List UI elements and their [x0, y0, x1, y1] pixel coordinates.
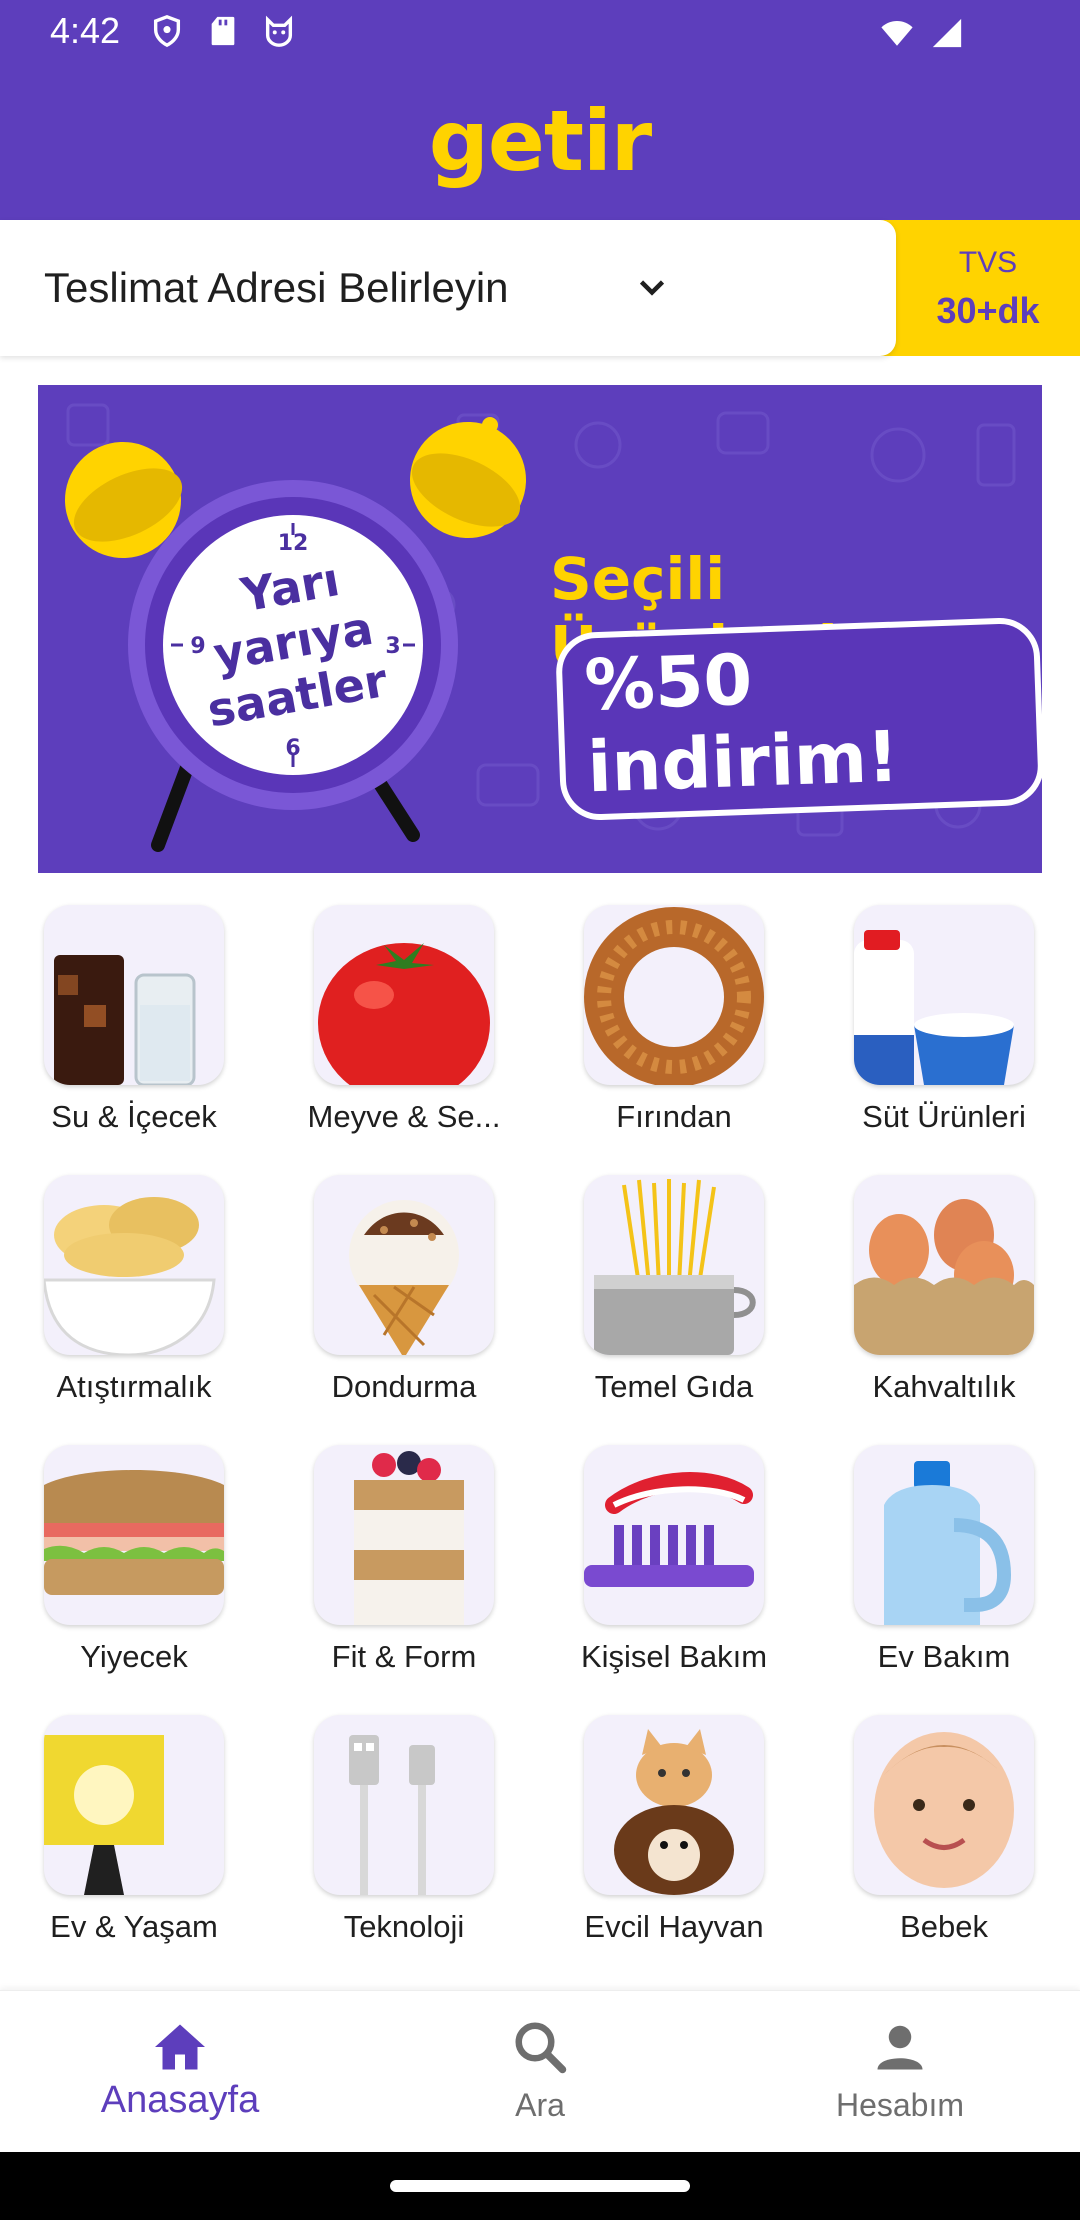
svg-text:6: 6: [285, 736, 300, 761]
svg-text:9: 9: [190, 634, 205, 659]
bottom-navigation: Anasayfa Ara Hesabım: [0, 1990, 1080, 2152]
category-label: Ev & Yaşam: [50, 1909, 218, 1944]
drinks-icon: [44, 905, 224, 1085]
category-atistirmalik[interactable]: Atıştırmalık: [24, 1175, 244, 1405]
baby-icon: [854, 1715, 1034, 1895]
category-teknoloji[interactable]: Teknoloji: [294, 1715, 514, 1945]
category-label: Dondurma: [331, 1369, 477, 1404]
chevron-down-icon: [639, 280, 665, 296]
category-kahvaltilik[interactable]: Kahvaltılık: [834, 1175, 1054, 1405]
nav-ara[interactable]: Ara: [360, 1991, 720, 2153]
cable-icon: [314, 1715, 494, 1895]
category-dondurma[interactable]: Dondurma: [294, 1175, 514, 1405]
cat-face-icon: [265, 15, 293, 47]
category-label: Temel Gıda: [594, 1369, 754, 1404]
toothbrush-icon: [584, 1445, 764, 1625]
search-icon: [515, 2022, 567, 2074]
gesture-bar: [0, 2152, 1080, 2220]
sd-card-icon: [211, 16, 235, 46]
category-label: Fit & Form: [331, 1639, 477, 1674]
address-bar: Teslimat Adresi Belirleyin TVS 30+dk: [0, 220, 1080, 356]
category-fit-form[interactable]: Fit & Form: [294, 1445, 514, 1675]
pasta-icon: [584, 1175, 764, 1355]
category-kisisel-bakim[interactable]: Kişisel Bakım: [564, 1445, 784, 1675]
eta-label: TVS: [958, 246, 1018, 279]
shield-icon: [153, 15, 181, 48]
tomato-icon: [314, 905, 494, 1085]
delivery-address-selector[interactable]: Teslimat Adresi Belirleyin: [0, 220, 896, 356]
ice-cream-icon: [314, 1175, 494, 1355]
category-label: Evcil Hayvan: [584, 1909, 764, 1944]
category-bebek[interactable]: Bebek: [834, 1715, 1054, 1945]
category-label: Fırından: [616, 1099, 732, 1134]
chips-icon: [44, 1175, 224, 1355]
home-gesture-handle[interactable]: [390, 2180, 690, 2192]
category-sut-urunleri[interactable]: Süt Ürünleri: [834, 905, 1054, 1135]
person-icon: [877, 2025, 923, 2070]
app-header: getir: [0, 64, 1080, 220]
nav-anasayfa[interactable]: Anasayfa: [0, 1991, 360, 2153]
nav-hesabim[interactable]: Hesabım: [720, 1991, 1080, 2153]
category-label: Bebek: [900, 1909, 988, 1944]
category-meyve-sebze[interactable]: Meyve & Se...: [294, 905, 514, 1135]
signal-icon: [932, 18, 962, 48]
category-label: Kişisel Bakım: [580, 1639, 768, 1674]
category-label: Süt Ürünleri: [862, 1099, 1026, 1134]
home-icon: [155, 2024, 205, 2070]
eta-time: 30+dk: [936, 290, 1040, 331]
category-label: Su & İçecek: [51, 1099, 217, 1134]
nav-label: Ara: [515, 2087, 565, 2123]
category-temel-gida[interactable]: Temel Gıda: [564, 1175, 784, 1405]
category-label: Atıştırmalık: [56, 1369, 212, 1404]
svg-text:3: 3: [385, 634, 400, 659]
category-evcil-hayvan[interactable]: Evcil Hayvan: [564, 1715, 784, 1945]
category-yiyecek[interactable]: Yiyecek: [24, 1445, 244, 1675]
lamp-icon: [44, 1715, 224, 1895]
category-label: Kahvaltılık: [872, 1369, 1016, 1404]
category-label: Teknoloji: [343, 1909, 465, 1944]
svg-text:12: 12: [278, 531, 309, 556]
pets-icon: [584, 1715, 764, 1895]
wifi-icon: [881, 20, 913, 46]
simit-icon: [584, 905, 764, 1085]
delivery-eta: TVS 30+dk: [896, 220, 1080, 356]
category-firindan[interactable]: Fırından: [564, 905, 784, 1135]
eggs-icon: [854, 1175, 1034, 1355]
category-label: Yiyecek: [80, 1639, 188, 1674]
detergent-icon: [854, 1445, 1034, 1625]
address-label: Teslimat Adresi Belirleyin: [44, 264, 509, 311]
category-su-icecek[interactable]: Su & İçecek: [24, 905, 244, 1135]
promo-banner[interactable]: 12 6 9 3 Yarı yarıya saatler Seçili Ürün…: [38, 385, 1042, 873]
category-ev-bakim[interactable]: Ev Bakım: [834, 1445, 1054, 1675]
getir-logo[interactable]: getir: [0, 92, 1080, 190]
category-label: Ev Bakım: [877, 1639, 1011, 1674]
status-time: 4:42: [50, 10, 121, 51]
milk-icon: [854, 905, 1034, 1085]
category-label: Meyve & Se...: [307, 1099, 501, 1134]
sandwich-icon: [44, 1445, 224, 1625]
nav-label: Anasayfa: [100, 2079, 260, 2121]
parfait-icon: [314, 1445, 494, 1625]
status-bar: 4:42: [0, 0, 1080, 64]
nav-label: Hesabım: [835, 2087, 965, 2123]
banner-discount: %50 indirim!: [554, 616, 1042, 822]
category-ev-yasam[interactable]: Ev & Yaşam: [24, 1715, 244, 1945]
